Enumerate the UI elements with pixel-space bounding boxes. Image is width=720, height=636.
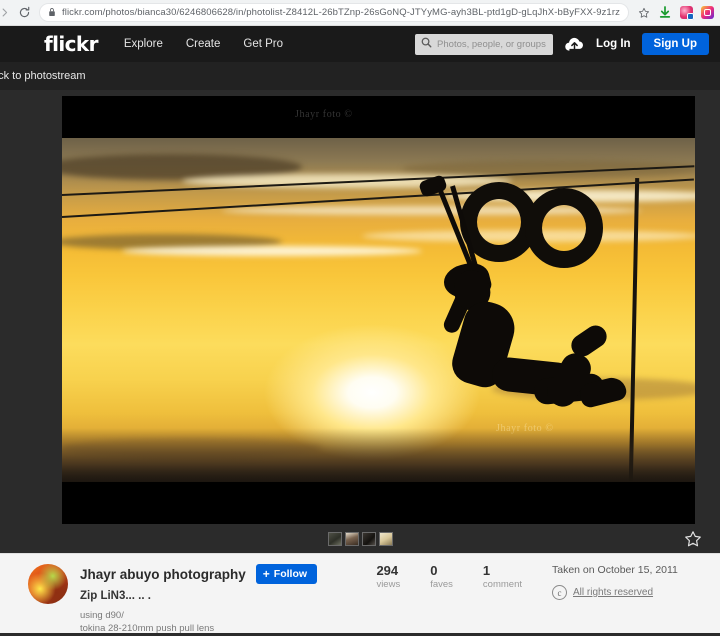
stat-comments-label: comment xyxy=(482,578,522,590)
header-actions: Photos, people, or groups Log In Sign Up xyxy=(415,33,720,55)
photo-image: Jhayr foto © xyxy=(62,138,695,482)
follow-button-label: Follow xyxy=(273,568,308,580)
site-header: flickr Explore Create Get Pro Photos, pe… xyxy=(0,26,720,62)
follow-button[interactable]: + Follow xyxy=(255,564,318,584)
owner-block: Jhayr abuyo photography + Follow Zip LiN… xyxy=(0,554,318,636)
photo-watermark-top: Jhayr foto © xyxy=(295,109,353,120)
taken-date: Taken on October 15, 2011 xyxy=(552,564,678,576)
owner-row: Jhayr abuyo photography + Follow xyxy=(80,564,318,584)
copyright-icon: c xyxy=(552,585,567,600)
rights-row: c All rights reserved xyxy=(552,585,702,600)
search-icon xyxy=(421,35,432,53)
signup-button[interactable]: Sign Up xyxy=(641,33,709,55)
download-arrow-icon[interactable] xyxy=(656,4,674,22)
photo-info-bar: Jhayr abuyo photography + Follow Zip LiN… xyxy=(0,553,720,636)
nav-create[interactable]: Create xyxy=(186,38,221,50)
horizon-shadow xyxy=(62,428,695,482)
photo-stats: 294 views 0 faves 1 comment xyxy=(376,554,552,590)
photo-description-line-2: tokina 28-210mm push pull lens xyxy=(80,622,215,634)
photo-description-line-1: using d90/ xyxy=(80,610,124,621)
star-outline-icon[interactable] xyxy=(682,528,704,550)
stat-faves-count: 0 xyxy=(430,563,438,578)
owner-name-link[interactable]: Jhayr abuyo photography xyxy=(80,567,246,582)
stat-comments-count: 1 xyxy=(482,563,491,578)
photo-thumbnail-4[interactable] xyxy=(378,531,393,546)
browser-toolbar: flickr.com/photos/bianca30/6246806628/in… xyxy=(0,0,720,26)
photo-description: using d90/ tokina 28-210mm push pull len… xyxy=(80,610,317,636)
avatar[interactable] xyxy=(28,564,68,604)
cloud-upload-icon[interactable] xyxy=(564,37,585,52)
flickr-logo[interactable]: flickr xyxy=(44,32,98,56)
instagram-extension-icon[interactable] xyxy=(698,4,716,22)
url-text: flickr.com/photos/bianca30/6246806628/in… xyxy=(62,7,620,18)
search-placeholder: Photos, people, or groups xyxy=(437,38,546,50)
photo-viewer[interactable]: Jhayr foto © Jhayr foto © xyxy=(62,96,695,524)
lock-icon xyxy=(48,4,56,21)
plus-icon: + xyxy=(262,567,270,581)
forward-arrow-icon[interactable] xyxy=(0,3,14,23)
chrome-action-icons xyxy=(635,4,720,22)
stat-views: 294 views xyxy=(376,563,401,590)
stat-views-label: views xyxy=(376,578,401,590)
taken-block: Taken on October 15, 2011 c All rights r… xyxy=(552,554,720,600)
reload-icon[interactable] xyxy=(14,3,34,23)
login-button[interactable]: Log In xyxy=(596,38,631,50)
nav-explore[interactable]: Explore xyxy=(124,38,163,50)
photostream-subbar: ack to photostream xyxy=(0,62,720,90)
rights-link[interactable]: All rights reserved xyxy=(573,587,653,598)
photo-toolbar xyxy=(0,524,720,553)
cloud-streak xyxy=(122,246,422,256)
photo-thumbnail-3[interactable] xyxy=(361,531,376,546)
bookmark-star-icon[interactable] xyxy=(635,4,653,22)
photo-thumbnail-2[interactable] xyxy=(344,531,359,546)
stat-comments[interactable]: 1 comment xyxy=(482,563,522,590)
nav-get-pro[interactable]: Get Pro xyxy=(243,38,283,50)
address-bar[interactable]: flickr.com/photos/bianca30/6246806628/in… xyxy=(39,3,629,22)
extension-icon[interactable] xyxy=(677,4,695,22)
owner-text: Jhayr abuyo photography + Follow Zip LiN… xyxy=(80,564,318,636)
primary-nav: Explore Create Get Pro xyxy=(124,38,283,50)
stat-faves: 0 faves xyxy=(430,563,453,590)
child-on-swing-silhouette xyxy=(384,174,629,434)
back-to-photostream-link[interactable]: ack to photostream xyxy=(0,70,86,82)
related-thumbnail-strip xyxy=(327,531,393,546)
search-input[interactable]: Photos, people, or groups xyxy=(415,33,554,55)
photo-stage: Jhayr foto © Jhayr foto © xyxy=(0,90,720,553)
photo-title: Zip LiN3... .. . xyxy=(80,590,151,602)
photo-thumbnail-1[interactable] xyxy=(327,531,342,546)
stat-views-count: 294 xyxy=(376,563,399,578)
stat-faves-label: faves xyxy=(430,578,453,590)
